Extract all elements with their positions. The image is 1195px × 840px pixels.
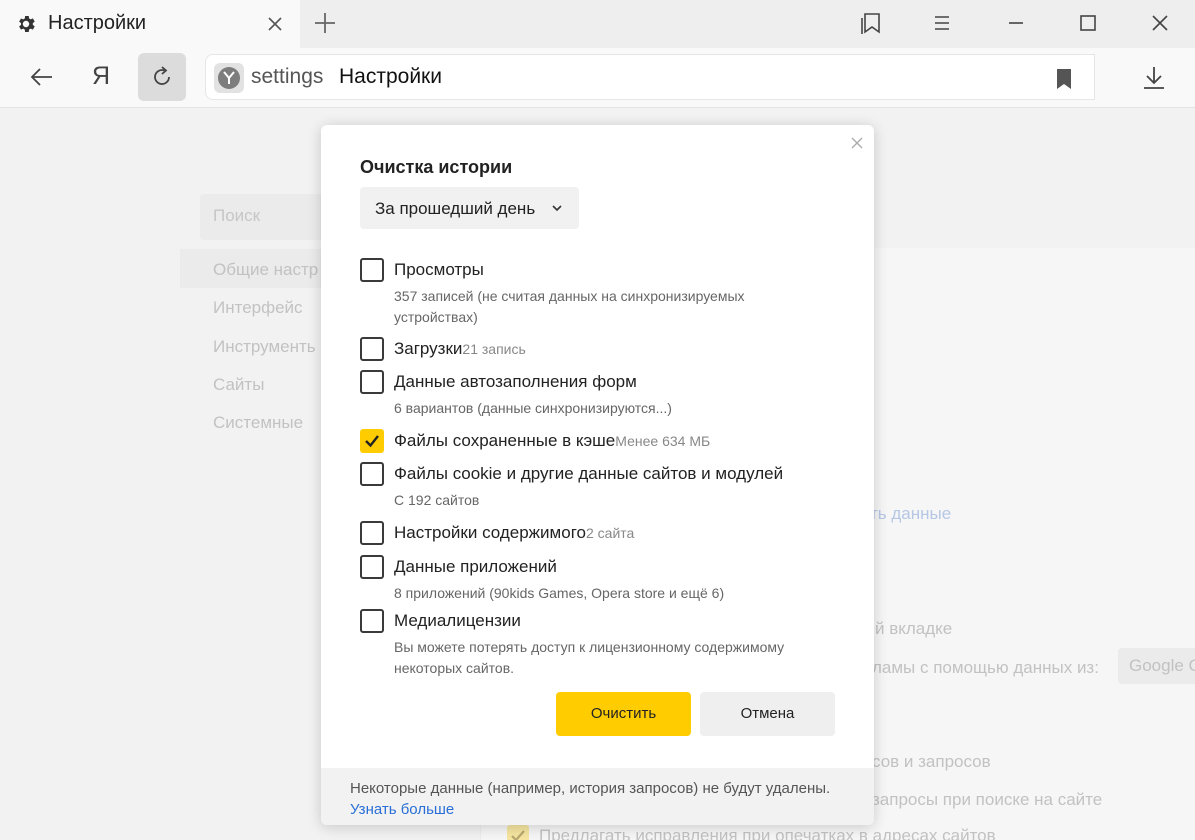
checkbox[interactable]: [360, 555, 384, 579]
tab-bar: Настройки: [0, 0, 1195, 48]
reload-icon: [154, 66, 170, 85]
gear-icon: [19, 16, 35, 32]
collections-icon[interactable]: [858, 10, 884, 36]
site-icon[interactable]: [214, 63, 244, 93]
checkbox[interactable]: [360, 609, 384, 633]
cancel-button-label: Отмена: [740, 705, 795, 722]
close-icon[interactable]: [850, 136, 864, 150]
checkbox[interactable]: [360, 462, 384, 486]
checkbox[interactable]: [360, 337, 384, 361]
maximize-icon[interactable]: [1075, 10, 1101, 36]
item-label: Загрузки21 запись: [394, 339, 526, 358]
item-description: 6 вариантов (данные синхронизируются...): [394, 400, 672, 416]
download-icon[interactable]: [1141, 65, 1167, 91]
close-window-icon[interactable]: [1147, 10, 1173, 36]
nav-item-interface[interactable]: Интерфейс: [213, 298, 303, 318]
checkmark-icon: [511, 830, 525, 840]
arrow-left-icon: [30, 68, 52, 86]
address-bar[interactable]: settings Настройки: [205, 54, 1095, 100]
bg-ads-text: ламы с помощью данных из:: [872, 658, 1099, 677]
checkmark-icon: [365, 435, 379, 448]
checkbox[interactable]: [360, 521, 384, 545]
nav-item-tools[interactable]: Инструменть: [213, 337, 316, 357]
yandex-browser-icon: [223, 71, 235, 84]
item-label: Данные приложений: [394, 557, 557, 576]
tab-settings[interactable]: Настройки: [0, 0, 300, 48]
item-label: Файлы cookie и другие данные сайтов и мо…: [394, 464, 784, 483]
clear-history-dialog: Очистка истории За прошедший день Просмо…: [321, 125, 874, 825]
item-description: 357 записей (не считая данных на синхрон…: [394, 288, 745, 325]
menu-icon[interactable]: [929, 10, 955, 36]
bg-queries-text: сов и запросов: [872, 752, 991, 771]
nav-item-general[interactable]: Общие настр: [213, 260, 318, 280]
chevron-down-icon: [552, 205, 562, 212]
learn-more-link[interactable]: Узнать больше: [350, 801, 454, 818]
cancel-button[interactable]: Отмена: [700, 692, 835, 736]
dialog-title: Очистка истории: [360, 157, 513, 177]
item-label: Данные автозаполнения форм: [394, 372, 637, 391]
bg-search-engine-select[interactable]: Google C: [1118, 648, 1195, 684]
back-button[interactable]: [18, 53, 66, 101]
nav-item-sites[interactable]: Сайты: [213, 375, 264, 395]
dialog-footer: Некоторые данные (например, история запр…: [321, 768, 874, 825]
item-label: Файлы сохраненные в кэшеМенее 634 МБ: [394, 431, 711, 450]
item-description: С 192 сайтов: [394, 492, 480, 508]
tab-title: Настройки: [48, 12, 147, 34]
checkbox[interactable]: [360, 258, 384, 282]
settings-search-placeholder: Поиск: [213, 206, 261, 225]
period-select-value: За прошедший день: [375, 199, 536, 218]
clear-button[interactable]: Очистить: [556, 692, 691, 736]
bg-tab-text: й вкладке: [875, 619, 953, 638]
bg-search-engine-value: Google C: [1129, 656, 1195, 675]
item-description: Вы можете потерять доступ к лицензионном…: [394, 639, 785, 676]
item-label: Просмотры: [394, 260, 484, 279]
checkbox[interactable]: [360, 370, 384, 394]
reload-button[interactable]: [138, 53, 186, 101]
home-button[interactable]: Я: [78, 53, 126, 101]
new-tab-icon[interactable]: [312, 10, 338, 36]
address-title: Настройки: [339, 65, 442, 88]
clear-button-label: Очистить: [590, 705, 657, 722]
address-host: settings: [251, 65, 324, 88]
bg-typos-text: Предлагать исправления при опечатках в а…: [539, 826, 996, 840]
footer-note: Некоторые данные (например, история запр…: [350, 780, 831, 797]
bg-site-search-text: запросы при поиске на сайте: [872, 790, 1103, 809]
item-label: Медиалицензии: [394, 611, 521, 630]
bg-data-link[interactable]: ть данные: [870, 504, 951, 524]
toolbar: Я settings Настройки: [0, 48, 1195, 108]
period-select[interactable]: За прошедший день: [360, 187, 579, 229]
close-tab-icon[interactable]: [264, 13, 286, 35]
checkbox-checked[interactable]: [360, 429, 384, 453]
nav-item-system[interactable]: Системные: [213, 413, 303, 433]
bookmark-icon[interactable]: [1054, 68, 1074, 90]
item-description: 8 приложений (90kids Games, Opera store …: [394, 585, 725, 601]
bg-typos-checkbox[interactable]: [507, 825, 529, 840]
minimize-icon[interactable]: [1003, 10, 1029, 36]
item-label: Настройки содержимого2 сайта: [394, 523, 635, 542]
address-bar-arrow: [1080, 54, 1094, 100]
yandex-logo: Я: [92, 62, 111, 90]
